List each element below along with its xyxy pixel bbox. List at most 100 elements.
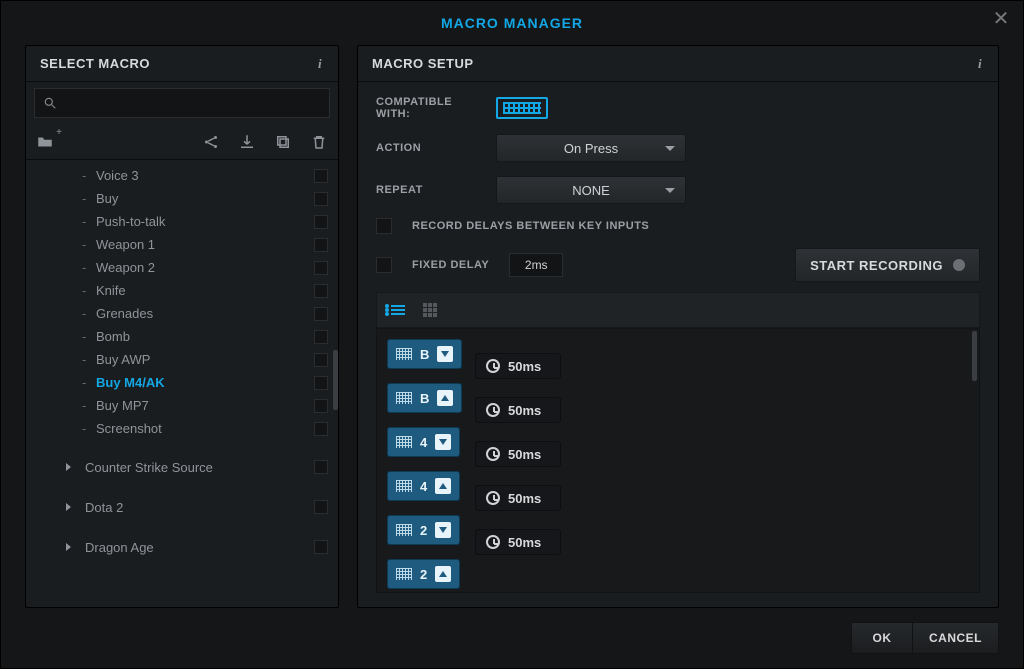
event-delay[interactable]: 50ms [475, 353, 561, 379]
macro-item[interactable]: Voice 3 [26, 164, 338, 187]
macro-item[interactable]: Buy [26, 187, 338, 210]
macro-item[interactable]: Grenades [26, 302, 338, 325]
macro-item-checkbox[interactable] [314, 422, 328, 436]
macro-item-checkbox[interactable] [314, 307, 328, 321]
macro-item[interactable]: Buy M4/AK [26, 371, 338, 394]
macro-item[interactable]: Bomb [26, 325, 338, 348]
macro-item[interactable]: Knife [26, 279, 338, 302]
macro-item[interactable]: Screenshot [26, 417, 338, 440]
macro-item-checkbox[interactable] [314, 376, 328, 390]
macro-item[interactable]: Push-to-talk [26, 210, 338, 233]
delete-button[interactable] [308, 131, 330, 153]
macro-item-label: Bomb [96, 329, 314, 344]
event-key-label: 2 [420, 523, 427, 538]
chevron-right-icon [66, 503, 71, 511]
clock-icon [486, 535, 500, 549]
action-label: ACTION [376, 142, 476, 154]
scrollbar-thumb[interactable] [972, 331, 977, 381]
event-key[interactable]: 4 [387, 427, 460, 457]
cancel-button[interactable]: CANCEL [913, 622, 999, 654]
event-delay[interactable]: 50ms [475, 441, 561, 467]
event-delay-value: 50ms [508, 447, 541, 462]
macro-tree[interactable]: Voice 3Buy Push-to-talk Weapon 1 Weapon 2 Kn… [26, 160, 338, 607]
arrow-down-icon [437, 346, 453, 362]
macro-item-checkbox[interactable] [314, 215, 328, 229]
event-key-label: 4 [420, 435, 427, 450]
macro-item-checkbox[interactable] [314, 284, 328, 298]
clock-icon [486, 359, 500, 373]
search-input[interactable] [63, 96, 321, 111]
macro-item-label: Weapon 2 [96, 260, 314, 275]
macro-item-checkbox[interactable] [314, 238, 328, 252]
macro-item-label: Buy M4/AK [96, 375, 314, 390]
repeat-select[interactable]: NONE [496, 176, 686, 204]
macro-item-checkbox[interactable] [314, 399, 328, 413]
dialog-footer: OK CANCEL [851, 622, 999, 654]
chevron-right-icon [66, 543, 71, 551]
import-button[interactable] [236, 131, 258, 153]
keyboard-icon [396, 568, 412, 580]
copy-icon [274, 133, 292, 151]
event-delay[interactable]: 50ms [475, 529, 561, 555]
macro-item-checkbox[interactable] [314, 353, 328, 367]
share-button[interactable] [200, 131, 222, 153]
action-select[interactable]: On Press [496, 134, 686, 162]
event-delay[interactable]: 50ms [475, 397, 561, 423]
search-icon [43, 96, 57, 110]
macro-group[interactable]: Dota 2 [26, 494, 338, 520]
fixed-delay-input[interactable] [509, 253, 563, 277]
ok-button[interactable]: OK [851, 622, 913, 654]
macro-item-checkbox[interactable] [314, 330, 328, 344]
clock-icon [486, 491, 500, 505]
macro-item[interactable]: Buy MP7 [26, 394, 338, 417]
macro-group-checkbox[interactable] [314, 500, 328, 514]
scrollbar-thumb[interactable] [333, 350, 338, 410]
folder-icon [36, 133, 54, 151]
macro-item-label: Push-to-talk [96, 214, 314, 229]
info-icon[interactable]: i [312, 56, 328, 72]
event-key[interactable]: B [387, 383, 462, 413]
event-delay[interactable]: 50ms [475, 485, 561, 511]
search-input-wrap[interactable] [34, 88, 330, 118]
info-icon[interactable]: i [972, 56, 988, 72]
select-macro-title: SELECT MACRO [40, 56, 150, 71]
event-key-label: B [420, 391, 429, 406]
copy-button[interactable] [272, 131, 294, 153]
fixed-delay-checkbox[interactable] [376, 257, 392, 273]
events-list[interactable]: B 50ms B 50ms 4 50ms 4 50ms 2 50ms 2 [376, 328, 980, 593]
macro-manager-window: MACRO MANAGER ✕ SELECT MACRO i + [0, 0, 1024, 669]
macro-group[interactable]: Dragon Age [26, 534, 338, 560]
macro-item-checkbox[interactable] [314, 261, 328, 275]
macro-group[interactable]: Counter Strike Source [26, 454, 338, 480]
macro-setup-header: MACRO SETUP i [358, 46, 998, 82]
clock-icon [486, 447, 500, 461]
macro-group-checkbox[interactable] [314, 460, 328, 474]
event-key[interactable]: 4 [387, 471, 460, 501]
macro-item-label: Buy MP7 [96, 398, 314, 413]
macro-item[interactable]: Weapon 2 [26, 256, 338, 279]
event-key[interactable]: 2 [387, 515, 460, 545]
record-delays-checkbox[interactable] [376, 218, 392, 234]
select-macro-header: SELECT MACRO i [26, 46, 338, 82]
macro-item-checkbox[interactable] [314, 169, 328, 183]
macro-group-label: Dragon Age [85, 540, 314, 555]
macro-item[interactable]: Buy AWP [26, 348, 338, 371]
arrow-down-icon [435, 434, 451, 450]
start-recording-label: START RECORDING [810, 258, 943, 273]
macro-group-checkbox[interactable] [314, 540, 328, 554]
event-key[interactable]: B [387, 339, 462, 369]
select-macro-panel: SELECT MACRO i + [25, 45, 339, 608]
grid-view-button[interactable] [419, 299, 441, 321]
close-icon[interactable]: ✕ [989, 7, 1013, 31]
macro-item[interactable]: Weapon 1 [26, 233, 338, 256]
macro-setup-title: MACRO SETUP [372, 56, 474, 71]
event-key[interactable]: 2 [387, 559, 460, 589]
keyboard-compat-icon[interactable] [496, 97, 548, 119]
action-value: On Press [564, 141, 618, 156]
macro-item-checkbox[interactable] [314, 192, 328, 206]
new-folder-button[interactable]: + [34, 131, 56, 153]
arrow-up-icon [437, 390, 453, 406]
events-view-toolbar [376, 292, 980, 328]
start-recording-button[interactable]: START RECORDING [795, 248, 980, 282]
list-view-button[interactable] [387, 299, 409, 321]
